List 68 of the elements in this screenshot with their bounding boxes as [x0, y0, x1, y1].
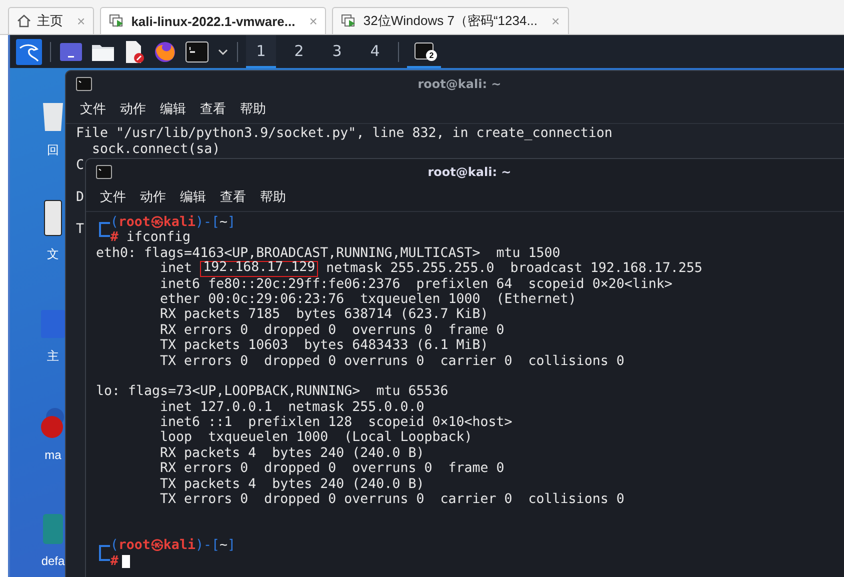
workspace-button[interactable]: 1: [246, 35, 276, 68]
terminal-output-line: C: [76, 158, 84, 173]
terminal-output-line: ether 00:0c:29:06:23:76 txqueuelen 1000 (Ethernet): [160, 292, 576, 307]
desktop-icon-label: defa: [41, 554, 65, 568]
terminal-icon: [96, 165, 112, 179]
dragon-logo-icon[interactable]: [16, 38, 42, 64]
terminal-output-line: RX errors 0 dropped 0 overruns 0 frame 0: [160, 461, 504, 476]
browser-tab[interactable]: 32位Windows 7（密码“1234... ×: [332, 7, 569, 34]
browser-tab[interactable]: kali-linux-2022.1-vmware... ×: [100, 7, 326, 34]
window-count-badge: 2: [426, 50, 437, 61]
menu-item[interactable]: 帮助: [240, 101, 266, 119]
terminal-output-line: sock.connect(sa): [91, 142, 220, 157]
prompt-bracket: [99, 545, 110, 561]
terminal-output-line: T: [76, 222, 84, 237]
document-icon[interactable]: [123, 40, 145, 64]
desktop-icon-label: 文: [47, 246, 59, 263]
terminal-output-line: inet6 ::1 prefixlen 128 scopeid 0×10<host>: [160, 415, 512, 430]
terminal-icon[interactable]: [185, 40, 209, 62]
window-title: root@kali: ~: [418, 77, 502, 91]
browser-tab[interactable]: 主页 ×: [8, 7, 94, 34]
desktop-icon-label: ma: [44, 448, 62, 462]
terminal-output-line: lo: flags=73<UP,LOOPBACK,RUNNING> mtu 65536: [96, 384, 448, 400]
workspace-button[interactable]: 2: [284, 35, 314, 68]
menu-item[interactable]: 文件: [100, 189, 126, 207]
desktop-icon-label: 主: [47, 348, 59, 365]
workspace-button[interactable]: 3: [322, 35, 352, 68]
terminal-output-line: TX packets 10603 bytes 6483433 (6.1 MiB): [160, 338, 488, 354]
command-line: #: [110, 554, 118, 569]
terminal-output-line: D: [76, 190, 84, 205]
menu-item[interactable]: 帮助: [260, 189, 286, 207]
app-icon: [43, 514, 63, 544]
terminal-output-line: TX errors 0 dropped 0 overruns 0 carrier 0 collisions 0: [160, 354, 624, 369]
menu-item[interactable]: 查看: [220, 189, 246, 207]
terminal-icon: [414, 42, 434, 60]
vm-icon: [109, 14, 126, 28]
terminal-output-line: eth0: flags=4163<UP,BROADCAST,RUNNING,MULTICAST> mtu 1500: [96, 246, 560, 261]
menu-item[interactable]: 文件: [80, 101, 106, 119]
drive-icon: [44, 200, 62, 236]
terminal-output-line: File "/usr/lib/python3.9/socket.py", line 832, in create_connection: [76, 126, 612, 141]
vm-icon: [341, 14, 358, 28]
prompt-bracket: [99, 222, 110, 238]
prompt-text: (root㉿kali)-[~]: [110, 538, 236, 554]
window-title: root@kali: ~: [428, 165, 512, 179]
terminal-icon: [76, 77, 92, 91]
terminal-output-line: inet 127.0.0.1 netmask 255.0.0.0: [160, 400, 424, 415]
prompt-text: (root㉿kali)-[~]: [110, 215, 236, 230]
terminal-output-line: RX errors 0 dropped 0 overruns 0 frame 0: [160, 322, 504, 338]
caret-icon[interactable]: [217, 48, 229, 56]
terminal-output-line: RX packets 4 bytes 240 (240.0 B): [160, 446, 424, 461]
home-icon: [17, 14, 31, 28]
terminal-output-line: inet 192.168.17.129 netmask 255.255.255.0 broadcast 192.168.17.255: [160, 261, 702, 276]
menu-item[interactable]: 编辑: [160, 101, 186, 119]
terminal-output-line: RX packets 7185 bytes 638714 (623.7 KiB): [160, 307, 488, 322]
terminal-output-line: TX errors 0 dropped 0 overruns 0 carrier 0 collisions 0: [160, 492, 624, 508]
menu-item[interactable]: 动作: [140, 189, 166, 207]
desktop-icon-label: 回: [47, 142, 59, 159]
command-line: # ifconfig: [110, 230, 190, 246]
window-icon[interactable]: [59, 42, 83, 62]
terminal-output-line: inet6 fe80::20c:29ff:fe06:2376 prefixlen 64 scopeid 0×20<link>: [160, 276, 672, 292]
menu-item[interactable]: 查看: [200, 101, 226, 119]
workspace-button[interactable]: 4: [360, 35, 390, 68]
terminal-output-line: TX packets 4 bytes 240 (240.0 B): [160, 476, 424, 492]
ball-icon: [41, 408, 65, 438]
menu-item[interactable]: 动作: [120, 101, 146, 119]
menu-item[interactable]: 编辑: [180, 189, 206, 207]
home-folder-icon: [41, 310, 65, 338]
globe-fox-icon[interactable]: [153, 40, 177, 64]
terminal-output-line: loop txqueuelen 1000 (Local Loopback): [160, 430, 472, 446]
